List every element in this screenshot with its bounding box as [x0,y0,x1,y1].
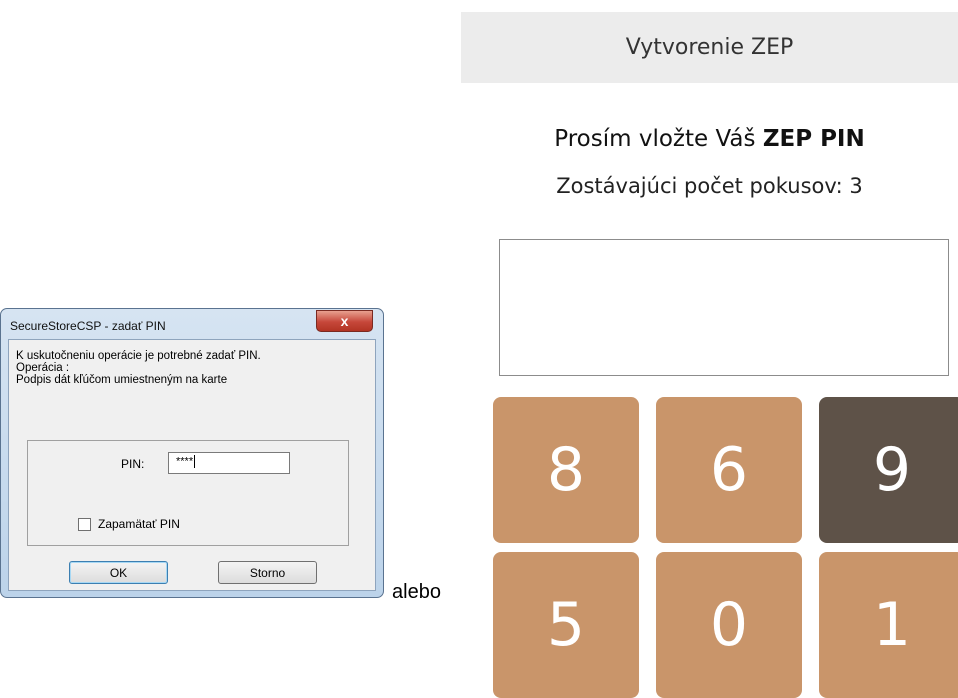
pin-prompt-text: Prosím vložte Váš [554,126,756,152]
keypad-key[interactable]: 5 [493,552,639,698]
keypad-key[interactable]: 0 [656,552,802,698]
keypad-key[interactable]: 6 [656,397,802,543]
close-icon[interactable]: x [316,310,373,332]
ok-button[interactable]: OK [69,561,168,584]
alebo-separator: alebo [392,581,441,603]
pin-prompt-bold: ZEP PIN [762,126,865,152]
pin-dialog: SecureStoreCSP - zadať PIN x K uskutočne… [0,308,384,598]
pin-field-value: **** [176,455,194,468]
keypad-key[interactable]: 1 [819,552,958,698]
checkbox-icon[interactable] [78,517,91,531]
dialog-message: K uskutočneniu operácie je potrebné zada… [16,350,261,386]
cancel-button[interactable]: Storno [218,561,317,584]
message-line: K uskutočneniu operácie je potrebné zada… [16,350,261,362]
keypad-key[interactable]: 8 [493,397,639,543]
pin-label: PIN: [121,457,145,471]
pin-input-display[interactable] [499,239,949,376]
dialog-title: SecureStoreCSP - zadať PIN [10,319,166,333]
remember-pin-checkbox[interactable]: Zapamätať PIN [78,517,180,531]
text-caret [194,455,196,468]
keypad-key[interactable]: 9 [819,397,958,543]
pin-field[interactable]: **** [168,452,290,474]
zep-header: Vytvorenie ZEP [461,12,958,83]
message-line: Operácia : [16,362,70,374]
remember-pin-label: Zapamätať PIN [98,517,180,531]
pin-group: PIN: **** Zapamätať PIN [27,440,349,546]
zep-header-title: Vytvorenie ZEP [625,35,794,60]
dialog-body: K uskutočneniu operácie je potrebné zada… [8,339,376,591]
attempts-remaining: Zostávajúci počet pokusov: 3 [556,174,863,198]
pin-prompt: Prosím vložte Váš ZEP PIN [461,126,958,152]
message-line: Podpis dát kľúčom umiestneným na karte [16,374,228,386]
